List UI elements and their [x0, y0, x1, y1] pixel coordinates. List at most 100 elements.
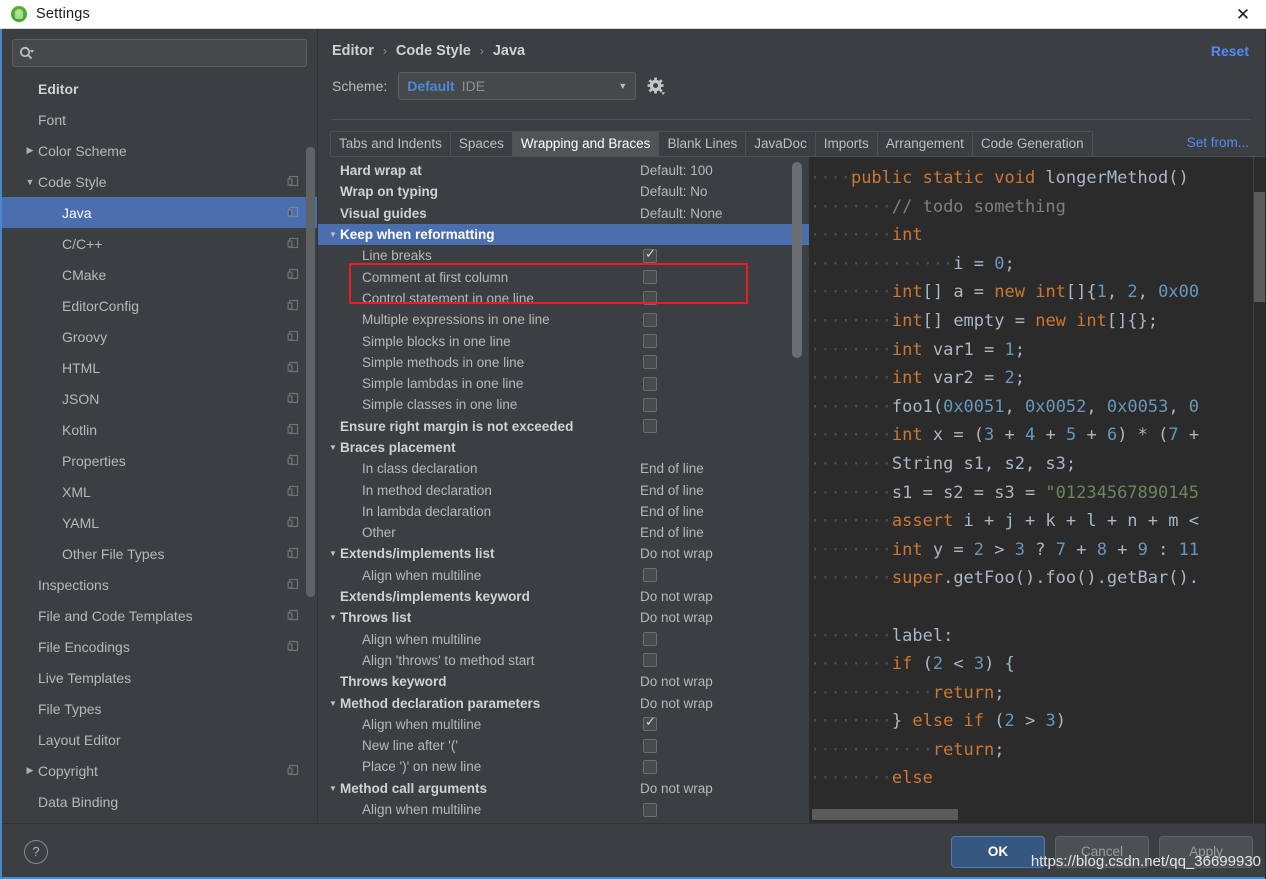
option-checkbox[interactable] — [643, 419, 657, 434]
chevron-down-icon[interactable]: ▼ — [326, 549, 340, 558]
option-row-other[interactable]: Other End of line — [318, 522, 809, 543]
chevron-down-icon[interactable]: ▼ — [326, 443, 340, 452]
option-row-place-on-new-line[interactable]: Place ')' on new line — [318, 756, 809, 777]
sidebar-item-code-style[interactable]: ▼ Code Style — [2, 166, 317, 197]
option-value[interactable]: Do not wrap — [640, 589, 713, 604]
sidebar-item-copyright[interactable]: ▶ Copyright — [2, 755, 317, 786]
option-checkbox[interactable] — [643, 397, 657, 412]
copy-scheme-icon[interactable] — [286, 175, 299, 188]
sidebar-item-data-binding[interactable]: Data Binding — [2, 786, 317, 817]
breadcrumb-item-code-style[interactable]: Code Style — [396, 43, 471, 59]
option-row-throws-list[interactable]: ▼ Throws list Do not wrap — [318, 607, 809, 628]
option-value[interactable]: Do not wrap — [640, 674, 713, 689]
sidebar-item-live-templates[interactable]: Live Templates — [2, 662, 317, 693]
sidebar-item-groovy[interactable]: Groovy — [2, 321, 317, 352]
option-row-throws-keyword[interactable]: Throws keyword Do not wrap — [318, 671, 809, 692]
option-row-align-when-multiline[interactable]: Align when multiline — [318, 714, 809, 735]
sidebar-item-file-encodings[interactable]: File Encodings — [2, 631, 317, 662]
chevron-right-icon[interactable]: ▶ — [22, 145, 38, 156]
option-row-in-method-declaration[interactable]: In method declaration End of line — [318, 479, 809, 500]
copy-scheme-icon[interactable] — [286, 423, 299, 436]
option-checkbox[interactable] — [643, 759, 657, 774]
copy-scheme-icon[interactable] — [286, 299, 299, 312]
option-checkbox[interactable] — [643, 653, 657, 668]
option-checkbox[interactable] — [643, 632, 657, 647]
copy-scheme-icon[interactable] — [286, 237, 299, 250]
sidebar-item-color-scheme[interactable]: ▶ Color Scheme — [2, 135, 317, 166]
option-row-in-class-declaration[interactable]: In class declaration End of line — [318, 458, 809, 479]
option-checkbox[interactable] — [643, 334, 657, 349]
copy-scheme-icon[interactable] — [286, 609, 299, 622]
option-value[interactable]: End of line — [640, 483, 704, 498]
option-row-align-when-multiline[interactable]: Align when multiline — [318, 565, 809, 586]
sidebar-item-layout-editor[interactable]: Layout Editor — [2, 724, 317, 755]
close-icon[interactable]: ✕ — [1220, 0, 1266, 29]
copy-scheme-icon[interactable] — [286, 764, 299, 777]
option-row-new-line-after[interactable]: New line after '(' — [318, 735, 809, 756]
option-row-wrap-on-typing[interactable]: Wrap on typing Default: No — [318, 181, 809, 202]
option-row-extends-implements-keyword[interactable]: Extends/implements keyword Do not wrap — [318, 586, 809, 607]
sidebar-item-inspections[interactable]: Inspections — [2, 569, 317, 600]
sidebar-item-c-c[interactable]: C/C++ — [2, 228, 317, 259]
option-checkbox[interactable] — [643, 355, 657, 370]
option-value[interactable]: Do not wrap — [640, 546, 713, 561]
tab-blank-lines[interactable]: Blank Lines — [658, 131, 747, 156]
copy-scheme-icon[interactable] — [286, 578, 299, 591]
option-checkbox[interactable] — [643, 738, 657, 753]
sidebar-item-file-types[interactable]: File Types — [2, 693, 317, 724]
code-horizontal-scrollbar[interactable] — [812, 809, 958, 820]
copy-scheme-icon[interactable] — [286, 330, 299, 343]
option-checkbox[interactable] — [643, 291, 657, 306]
chevron-down-icon[interactable]: ▼ — [326, 230, 340, 239]
option-checkbox[interactable] — [643, 376, 657, 391]
copy-scheme-icon[interactable] — [286, 392, 299, 405]
breadcrumb-item-editor[interactable]: Editor — [332, 43, 374, 59]
copy-scheme-icon[interactable] — [286, 485, 299, 498]
tab-arrangement[interactable]: Arrangement — [876, 131, 973, 156]
ok-button[interactable]: OK — [951, 835, 1045, 868]
option-value[interactable]: Do not wrap — [640, 610, 713, 625]
option-checkbox[interactable] — [643, 247, 657, 263]
option-row-method-call-arguments[interactable]: ▼ Method call arguments Do not wrap — [318, 778, 809, 799]
option-value[interactable]: Do not wrap — [640, 781, 713, 796]
option-row-align-when-multiline[interactable]: Align when multiline — [318, 799, 809, 820]
copy-scheme-icon[interactable] — [286, 206, 299, 219]
option-row-line-breaks[interactable]: Line breaks — [318, 245, 809, 266]
tab-spaces[interactable]: Spaces — [449, 131, 513, 156]
copy-scheme-icon[interactable] — [286, 454, 299, 467]
option-row-simple-methods-in-one-line[interactable]: Simple methods in one line — [318, 352, 809, 373]
option-row-keep-when-reformatting[interactable]: ▼ Keep when reformatting — [318, 223, 809, 246]
sidebar-item-yaml[interactable]: YAML — [2, 507, 317, 538]
option-value[interactable]: Default: None — [640, 206, 723, 221]
option-row-extends-implements-list[interactable]: ▼ Extends/implements list Do not wrap — [318, 543, 809, 564]
option-row-hard-wrap-at[interactable]: Hard wrap at Default: 100 — [318, 160, 809, 181]
sidebar-item-editor[interactable]: Editor — [2, 73, 317, 104]
tab-imports[interactable]: Imports — [814, 131, 878, 156]
set-from-link[interactable]: Set from... — [1187, 135, 1249, 150]
option-value[interactable]: Default: 100 — [640, 163, 713, 178]
sidebar-item-editorconfig[interactable]: EditorConfig — [2, 290, 317, 321]
chevron-down-icon[interactable]: ▼ — [22, 177, 38, 187]
tab-code-generation[interactable]: Code Generation — [971, 131, 1093, 156]
option-row-in-lambda-declaration[interactable]: In lambda declaration End of line — [318, 501, 809, 522]
option-value[interactable]: End of line — [640, 525, 704, 540]
breadcrumb-item-java[interactable]: Java — [493, 43, 525, 59]
cancel-button[interactable]: Cancel — [1055, 835, 1149, 868]
copy-scheme-icon[interactable] — [286, 268, 299, 281]
sidebar-item-properties[interactable]: Properties — [2, 445, 317, 476]
sidebar-item-json[interactable]: JSON — [2, 383, 317, 414]
search-box[interactable] — [12, 39, 307, 67]
option-row-visual-guides[interactable]: Visual guides Default: None — [318, 203, 809, 224]
sidebar-item-html[interactable]: HTML — [2, 352, 317, 383]
option-value[interactable]: Do not wrap — [640, 696, 713, 711]
help-button[interactable]: ? — [24, 839, 48, 864]
option-row-control-statement-in-one-line[interactable]: Control statement in one line — [318, 288, 809, 309]
chevron-down-icon[interactable]: ▼ — [326, 784, 340, 793]
option-row-comment-at-first-column[interactable]: Comment at first column — [318, 266, 809, 287]
tab-wrapping-and-braces[interactable]: Wrapping and Braces — [511, 131, 660, 156]
search-input[interactable] — [38, 45, 300, 61]
option-row-simple-lambdas-in-one-line[interactable]: Simple lambdas in one line — [318, 373, 809, 394]
copy-scheme-icon[interactable] — [286, 547, 299, 560]
tab-javadoc[interactable]: JavaDoc — [745, 131, 816, 156]
option-checkbox[interactable] — [643, 715, 657, 732]
